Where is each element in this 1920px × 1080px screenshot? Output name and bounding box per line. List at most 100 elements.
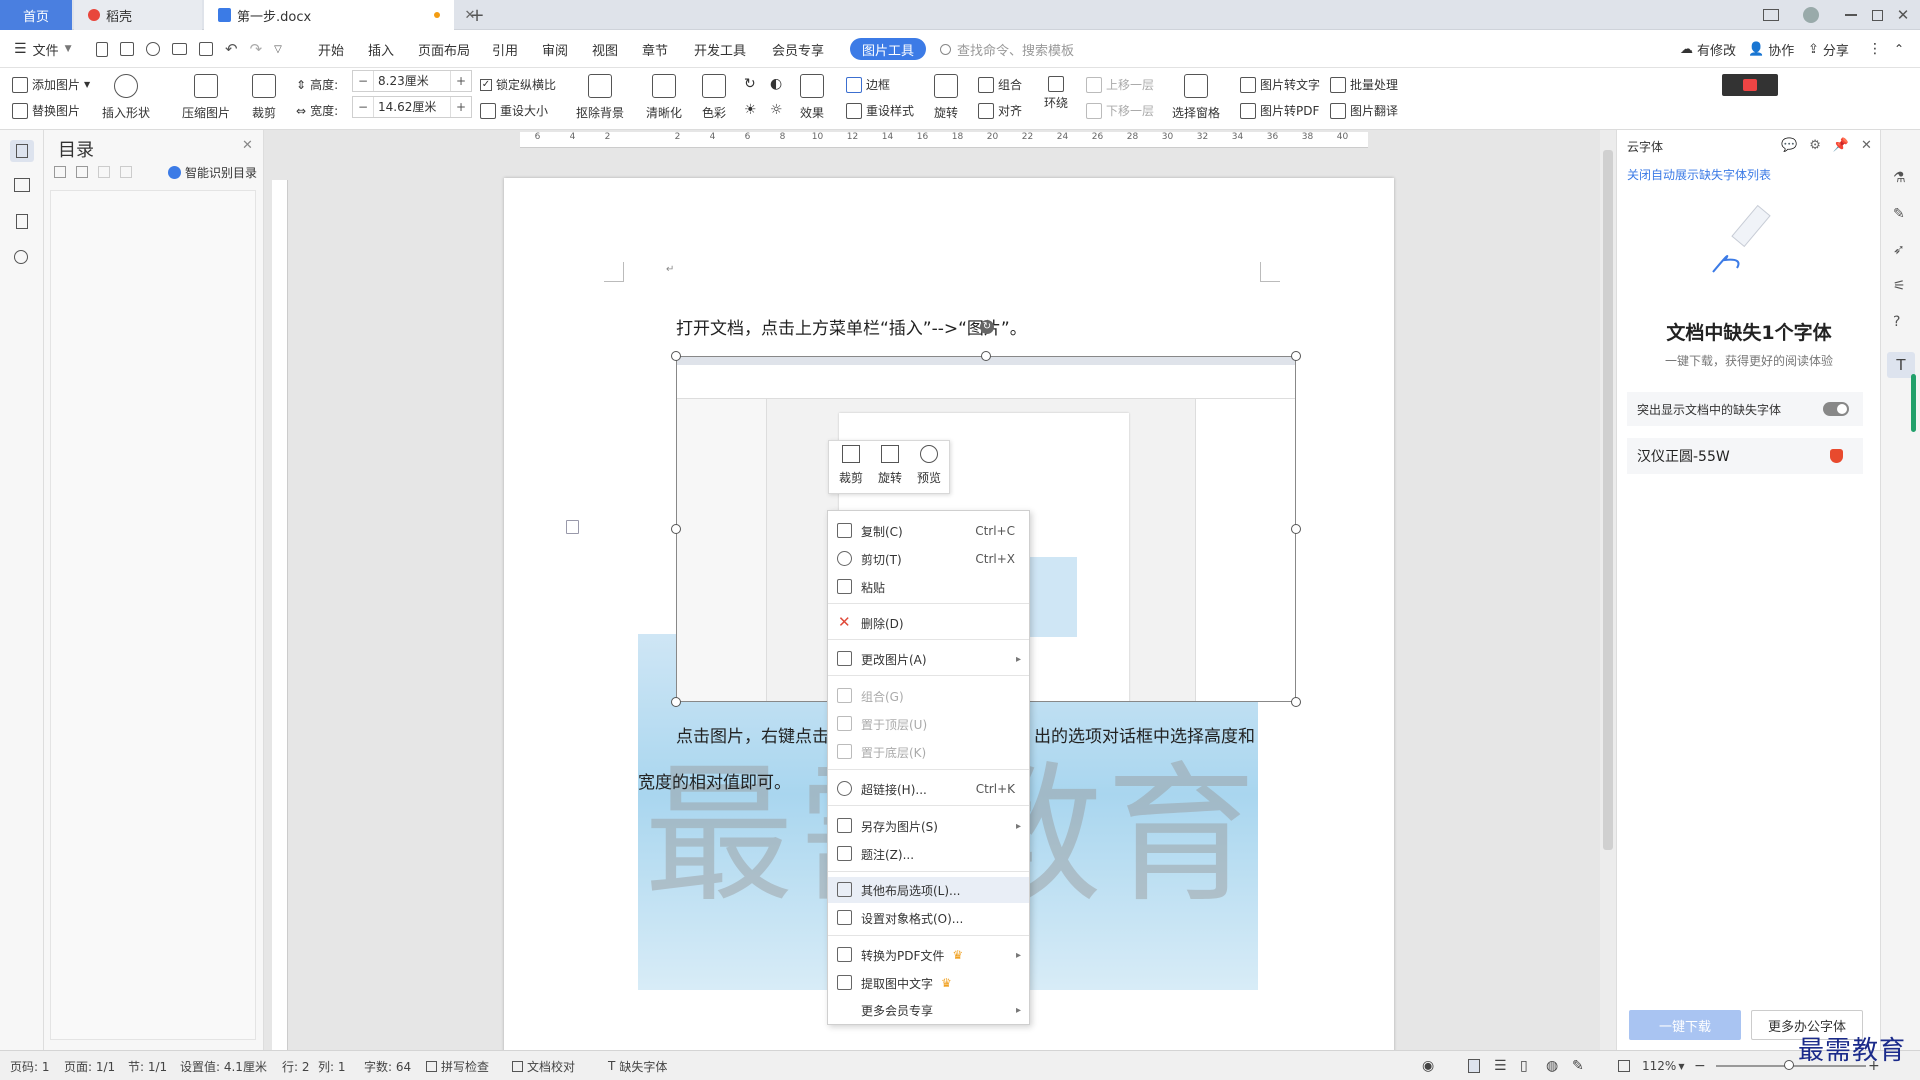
brightness-down-icon[interactable]: ☀	[744, 102, 757, 118]
menu-item-cut[interactable]: 剪切(T) Ctrl+X	[828, 546, 1029, 572]
width-value[interactable]: 14.62厘米	[373, 97, 451, 117]
insert-shape-button[interactable]: 插入形状	[102, 74, 150, 121]
vertical-scrollbar[interactable]	[1600, 130, 1616, 1050]
menu-vip[interactable]: 会员专享	[772, 30, 824, 68]
close-panel-icon[interactable]: ✕	[1861, 138, 1872, 153]
menu-item-change-picture[interactable]: 更改图片(A) ▸	[828, 646, 1029, 672]
tab-home[interactable]: 首页	[0, 0, 72, 30]
toc-icon[interactable]	[10, 140, 34, 162]
resize-handle-ne[interactable]	[1291, 351, 1301, 361]
crop-button[interactable]: 裁剪	[252, 74, 276, 121]
share-button[interactable]: ⇪ 分享	[1808, 30, 1849, 68]
smart-toc-button[interactable]: 智能识别目录	[168, 164, 257, 181]
customize-toolbar-icon[interactable]: ▽	[274, 44, 282, 55]
avatar[interactable]	[1800, 4, 1822, 26]
layout-anchor-icon[interactable]	[566, 520, 579, 534]
contrast-down-icon[interactable]: ☼	[770, 102, 783, 118]
more-icon[interactable]: ⋮	[1868, 30, 1882, 68]
menu-start[interactable]: 开始	[318, 30, 344, 68]
modified-button[interactable]: ☁ 有修改	[1680, 30, 1736, 68]
selection-pane-button[interactable]: 选择窗格	[1172, 74, 1220, 121]
zoom-slider-thumb[interactable]	[1784, 1060, 1794, 1070]
write-view-icon[interactable]: ✎	[1572, 1051, 1584, 1080]
menu-item-caption[interactable]: 题注(Z)...	[828, 841, 1029, 867]
rotate-button[interactable]: 旋转	[934, 74, 958, 121]
picture-to-text-button[interactable]: 图片转文字	[1240, 76, 1320, 93]
menu-developer[interactable]: 开发工具	[694, 30, 746, 68]
bookmark-icon[interactable]	[16, 214, 28, 229]
status-col[interactable]: 列: 1	[318, 1051, 346, 1080]
group-button[interactable]: 组合	[978, 76, 1022, 93]
print-icon[interactable]	[172, 43, 187, 55]
window-layout-icon[interactable]	[1760, 4, 1782, 26]
effect-button[interactable]: 效果	[800, 74, 824, 121]
reset-style-button[interactable]: 重设样式	[846, 102, 914, 119]
menu-item-extract-text[interactable]: 提取图中文字 ♛	[828, 970, 1029, 996]
paragraph-2-left[interactable]: 点击图片，右键点击	[676, 722, 829, 747]
new-doc-icon[interactable]	[96, 41, 108, 57]
height-decrease-button[interactable]: −	[353, 74, 373, 88]
contrast-icon[interactable]: ◐	[770, 76, 782, 92]
status-words[interactable]: 字数: 64	[364, 1051, 411, 1080]
mini-preview-button[interactable]: 预览	[911, 445, 947, 486]
collab-button[interactable]: 👤 协作	[1748, 30, 1794, 68]
close-auto-show-link[interactable]: 关闭自动展示缺失字体列表	[1627, 166, 1771, 183]
paragraph-1[interactable]: 打开文档，点击上方菜单栏“插入”-->“图片”。	[676, 314, 1027, 339]
menu-item-copy[interactable]: 复制(C) Ctrl+C	[828, 518, 1029, 544]
panel-title[interactable]: 云字体	[1627, 138, 1663, 155]
expand-all-icon[interactable]	[76, 166, 88, 178]
menu-item-more-vip[interactable]: 更多会员专享 ▸	[828, 997, 1029, 1023]
zoom-level[interactable]: 112% ▼	[1642, 1051, 1684, 1080]
wrap-button[interactable]: 环绕	[1044, 76, 1068, 111]
remove-heading-icon[interactable]	[120, 166, 132, 178]
panel-scroll-thumb[interactable]	[1911, 374, 1916, 432]
chapter-nav-icon[interactable]	[14, 178, 30, 192]
reset-size-button[interactable]: 重设大小	[480, 102, 548, 119]
pen-icon[interactable]: ✎	[1893, 206, 1905, 222]
border-button[interactable]: 边框	[846, 76, 890, 93]
width-increase-button[interactable]: +	[451, 100, 471, 114]
height-increase-button[interactable]: +	[451, 74, 471, 88]
compress-picture-button[interactable]: 压缩图片	[182, 74, 230, 121]
width-decrease-button[interactable]: −	[353, 100, 373, 114]
paragraph-2-right[interactable]: 出的选项对话框中选择高度和	[1034, 722, 1255, 747]
adjust-icon[interactable]: ⚟	[1893, 278, 1906, 294]
missing-font-status-button[interactable]: T 缺失字体	[608, 1051, 667, 1080]
resize-handle-nw[interactable]	[671, 351, 681, 361]
collapse-all-icon[interactable]	[54, 166, 66, 178]
menu-picture-tool[interactable]: 图片工具	[850, 38, 926, 60]
menu-chapter[interactable]: 章节	[642, 30, 668, 68]
width-input[interactable]: −14.62厘米 +	[352, 96, 472, 118]
add-picture-button[interactable]: 添加图片 ▼	[12, 76, 90, 93]
cursor-icon[interactable]: ➶	[1893, 242, 1905, 258]
property-icon[interactable]: ⚗	[1893, 170, 1906, 186]
highlight-toggle-switch[interactable]	[1823, 402, 1849, 416]
paragraph-3[interactable]: 宽度的相对值即可。	[638, 768, 791, 793]
document-proof-button[interactable]: 文档校对	[512, 1051, 575, 1080]
command-search[interactable]: 查找命令、搜索模板	[940, 30, 1074, 68]
align-button[interactable]: 对齐	[978, 102, 1022, 119]
brightness-icon[interactable]: ↻	[744, 76, 756, 92]
resize-handle-n[interactable]	[981, 351, 991, 361]
fit-page-icon[interactable]	[1618, 1051, 1630, 1080]
reading-view-icon[interactable]: ▯	[1520, 1051, 1528, 1080]
tab-document[interactable]: 第一步.docx	[204, 0, 454, 30]
replace-picture-button[interactable]: 替换图片	[12, 102, 80, 119]
menu-review[interactable]: 审阅	[542, 30, 568, 68]
status-pages[interactable]: 页面: 1/1	[64, 1051, 115, 1080]
menu-item-bring-to-top[interactable]: 置于顶层(U)	[828, 711, 1029, 737]
status-page-code[interactable]: 页码: 1	[10, 1051, 50, 1080]
web-view-icon[interactable]: ◍	[1546, 1051, 1558, 1080]
zoom-out-icon[interactable]: −	[1694, 1051, 1706, 1080]
missing-font-item[interactable]: 汉仪正圆-55W	[1627, 438, 1863, 474]
format-painter-icon[interactable]	[146, 42, 160, 56]
bring-forward-button[interactable]: 上移一层	[1086, 76, 1154, 93]
lock-ratio-checkbox[interactable]: ✓ 锁定纵横比	[480, 76, 556, 93]
pin-icon[interactable]: 📌	[1833, 138, 1849, 153]
save-icon[interactable]	[120, 42, 134, 56]
status-setting[interactable]: 设置值: 4.1厘米	[180, 1051, 267, 1080]
settings-icon[interactable]: ⚙	[1809, 138, 1821, 153]
menu-item-paste[interactable]: 粘贴	[828, 574, 1029, 600]
collapse-ribbon-icon[interactable]: ⌃	[1894, 30, 1904, 68]
menu-item-delete[interactable]: ✕ 删除(D)	[828, 610, 1029, 636]
